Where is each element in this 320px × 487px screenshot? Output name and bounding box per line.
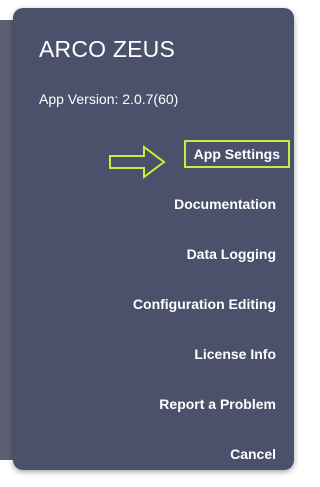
menu-item-documentation[interactable]: Documentation <box>168 192 282 216</box>
right-arrow-icon <box>109 145 166 179</box>
menu-item-data-logging[interactable]: Data Logging <box>181 242 282 266</box>
menu-item-app-settings[interactable]: App Settings <box>183 140 290 168</box>
background-app-edge <box>0 20 14 460</box>
app-version-label: App Version: 2.0.7(60) <box>39 91 179 107</box>
menu-item-report-a-problem[interactable]: Report a Problem <box>153 392 282 416</box>
cancel-button[interactable]: Cancel <box>224 442 282 466</box>
about-dialog: ARCO ZEUS App Version: 2.0.7(60) App Set… <box>13 8 294 470</box>
menu-item-configuration-editing[interactable]: Configuration Editing <box>127 292 282 316</box>
dialog-title: ARCO ZEUS <box>39 36 175 62</box>
menu-item-license-info[interactable]: License Info <box>188 342 282 366</box>
